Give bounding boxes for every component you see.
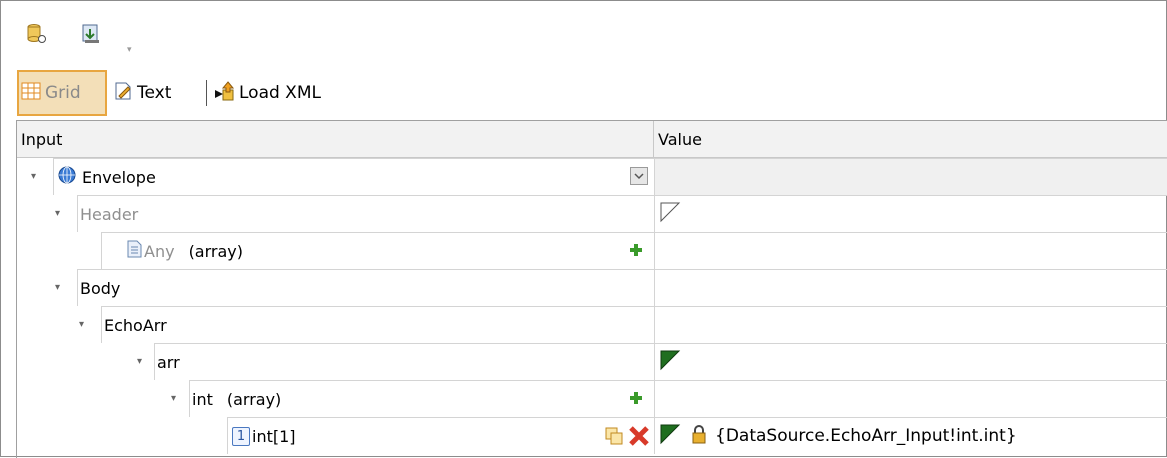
node-type: (array) [226, 389, 282, 409]
toolbar-dropdown-icon[interactable]: ▾ [127, 45, 132, 55]
node-name: Body [80, 278, 121, 298]
grid-view-button[interactable]: Grid [17, 70, 107, 116]
collapse-arrow-icon[interactable]: ▾ [137, 357, 147, 367]
load-xml-icon [213, 80, 235, 107]
lock-icon[interactable] [691, 424, 707, 448]
node-name: Any [144, 241, 175, 261]
input-cell[interactable]: int (array) [189, 380, 654, 417]
collapse-arrow-icon[interactable]: ▾ [55, 283, 65, 293]
load-xml-label: Load XML [239, 83, 321, 103]
input-cell[interactable]: Envelope [53, 158, 654, 195]
load-xml-button[interactable]: Load XML [213, 70, 321, 116]
node-name: EchoArr [104, 315, 167, 335]
grid-label: Grid [45, 83, 81, 103]
value-cell[interactable] [654, 343, 1167, 380]
table-row[interactable]: 1 int[1] {DataSource.EchoArr_Input!int.i… [17, 417, 1167, 454]
array-index-badge: 1 [232, 426, 250, 446]
value-cell[interactable] [654, 158, 1167, 195]
value-cell[interactable] [654, 232, 1167, 269]
node-name: int[1] [252, 426, 296, 446]
value-set-triangle-icon[interactable] [659, 423, 681, 449]
toolbar-separator [206, 80, 207, 106]
delete-icon[interactable] [628, 425, 650, 451]
table-row[interactable]: ▾ Header [17, 195, 1167, 232]
top-toolbar: ▾ [1, 1, 1166, 63]
value-cell[interactable] [654, 380, 1167, 417]
collapse-arrow-icon[interactable]: ▾ [55, 209, 65, 219]
input-cell[interactable]: Any (array) [101, 232, 654, 269]
text-edit-icon [113, 81, 133, 106]
value-set-triangle-icon[interactable] [659, 349, 681, 375]
value-cell[interactable] [654, 269, 1167, 306]
column-header-value: Value [654, 121, 1167, 158]
text-label: Text [137, 83, 172, 103]
node-type: (array) [188, 241, 243, 261]
table-row[interactable]: Any (array) [17, 232, 1167, 269]
table-row[interactable]: ▾ int (array) [17, 380, 1167, 417]
add-item-icon[interactable] [628, 390, 644, 406]
collapse-arrow-icon[interactable]: ▾ [79, 320, 89, 330]
optional-triangle-icon[interactable] [659, 201, 681, 227]
input-cell[interactable]: Header [77, 195, 654, 232]
grid-icon [21, 82, 41, 105]
table-row[interactable]: ▾ arr [17, 343, 1167, 380]
document-icon [126, 240, 142, 262]
view-toolbar: Grid Text Load XML [1, 70, 1166, 118]
column-header-input: Input [17, 121, 654, 158]
input-cell[interactable]: EchoArr [101, 306, 654, 343]
import-icon[interactable] [81, 23, 103, 45]
node-name: int [192, 389, 213, 409]
globe-icon [58, 166, 76, 188]
node-name: Header [80, 204, 139, 224]
input-grid: Input Value ▾ Envelope ▾ Header Any (arr… [16, 120, 1167, 458]
table-row[interactable]: ▾ Envelope [17, 158, 1167, 195]
collapse-arrow-icon[interactable]: ▾ [171, 394, 181, 404]
table-row[interactable]: ▾ EchoArr [17, 306, 1167, 343]
collapse-arrow-icon[interactable]: ▾ [31, 172, 41, 182]
input-cell[interactable]: Body [77, 269, 654, 306]
value-text[interactable]: {DataSource.EchoArr_Input!int.int} [715, 426, 1017, 446]
node-name: Envelope [82, 167, 156, 187]
copy-icon[interactable] [604, 426, 624, 450]
add-item-icon[interactable] [628, 242, 644, 258]
node-name: arr [157, 352, 180, 372]
input-cell[interactable]: 1 int[1] [227, 417, 654, 454]
input-cell[interactable]: arr [154, 343, 654, 380]
value-cell[interactable]: {DataSource.EchoArr_Input!int.int} [654, 417, 1167, 454]
db-link-icon[interactable] [26, 23, 48, 45]
table-row[interactable]: ▾ Body [17, 269, 1167, 306]
text-view-button[interactable]: Text [113, 70, 171, 116]
value-cell[interactable] [654, 195, 1167, 232]
value-cell[interactable] [654, 306, 1167, 343]
dropdown-button[interactable] [630, 167, 648, 185]
